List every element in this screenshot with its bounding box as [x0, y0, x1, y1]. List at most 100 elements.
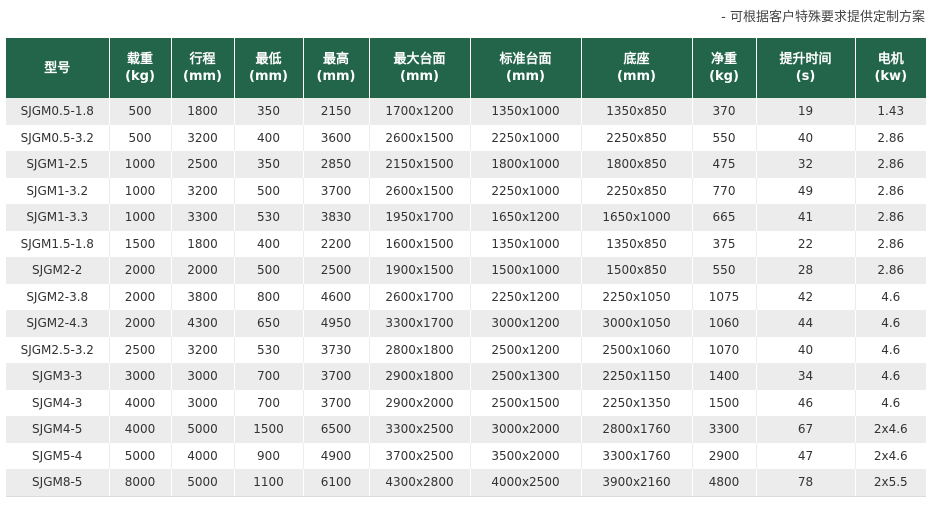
column-header-unit: (s)	[795, 69, 816, 84]
table-cell: 4950	[303, 310, 370, 337]
column-header: 型号	[6, 38, 110, 98]
table-row: SJGM3-3 3000 3000 700 3700 2900x1800 2500x1300…	[6, 363, 926, 390]
table-cell: 4900	[303, 442, 370, 469]
table-cell: 1500	[692, 389, 757, 416]
table-cell: 40	[756, 124, 856, 151]
table-cell: 770	[692, 177, 757, 204]
table-cell: 800	[234, 283, 304, 310]
column-header-unit: (kg)	[125, 69, 155, 84]
table-cell: 3000x1050	[581, 310, 693, 337]
table-cell: 3000	[109, 363, 172, 390]
table-cell: 3700	[303, 389, 370, 416]
table-cell: 500	[234, 177, 304, 204]
table-cell: 550	[692, 124, 757, 151]
table-cell: 8000	[109, 469, 172, 497]
table-cell: 650	[234, 310, 304, 337]
column-header: 载重 (kg)	[109, 38, 172, 98]
table-cell: 34	[756, 363, 856, 390]
column-header-unit: (mm)	[249, 69, 288, 84]
table-cell: 5000	[171, 416, 235, 443]
table-cell: 3300x1760	[581, 442, 693, 469]
table-cell: 3200	[171, 124, 235, 151]
table-cell: 1060	[692, 310, 757, 337]
table-cell: 46	[756, 389, 856, 416]
table-cell: 4.6	[855, 389, 926, 416]
table-cell: 2x4.6	[855, 416, 926, 443]
table-cell: 2.86	[855, 124, 926, 151]
table-row: SJGM1-3.2 1000 3200 500 3700 2600x1500 2250x10…	[6, 177, 926, 204]
table-cell: 4.6	[855, 336, 926, 363]
column-header: 标准台面 (mm)	[470, 38, 582, 98]
table-cell: 4000	[109, 389, 172, 416]
column-header: 最高 (mm)	[303, 38, 370, 98]
table-cell: 2250x1000	[470, 124, 582, 151]
model-cell: SJGM4-5	[6, 416, 110, 443]
table-cell: 400	[234, 230, 304, 257]
table-cell: 1000	[109, 151, 172, 178]
table-cell: 3000x2000	[470, 416, 582, 443]
table-cell: 550	[692, 257, 757, 284]
table-cell: 500	[109, 124, 172, 151]
column-header-unit: (kw)	[874, 69, 908, 84]
table-cell: 4.6	[855, 283, 926, 310]
table-cell: 4600	[303, 283, 370, 310]
table-cell: 3300	[692, 416, 757, 443]
column-header-unit: (mm)	[506, 69, 545, 84]
table-row: SJGM4-3 4000 3000 700 3700 2900x2000 2500x1500…	[6, 389, 926, 416]
table-cell: 1800	[171, 98, 235, 125]
model-cell: SJGM1-3.2	[6, 177, 110, 204]
table-cell: 2500	[171, 151, 235, 178]
table-cell: 2150x1500	[369, 151, 471, 178]
table-cell: 3300	[171, 204, 235, 231]
table-row: SJGM2-2 2000 2000 500 2500 1900x1500 1500x1000…	[6, 257, 926, 284]
table-cell: 3700	[303, 177, 370, 204]
table-cell: 1000	[109, 204, 172, 231]
table-cell: 1650x1200	[470, 204, 582, 231]
column-header-unit: (kg)	[709, 69, 739, 84]
table-cell: 4300	[171, 310, 235, 337]
table-cell: 5000	[109, 442, 172, 469]
column-header-label: 标准台面	[499, 52, 552, 67]
table-cell: 2500x1200	[470, 336, 582, 363]
table-cell: 3000x1200	[470, 310, 582, 337]
table-cell: 2.86	[855, 230, 926, 257]
table-row: SJGM0.5-1.8 500 1800 350 2150 1700x1200 1350x1…	[6, 98, 926, 125]
table-cell: 900	[234, 442, 304, 469]
table-cell: 4.6	[855, 310, 926, 337]
spec-table-header: 型号 载重 (kg) 行程 (mm) 最低 (mm) 最高 (mm) 最大台面 (mm) 标准台面 (m…	[6, 38, 926, 98]
table-cell: 3900x2160	[581, 469, 693, 497]
table-cell: 3000	[171, 363, 235, 390]
model-cell: SJGM2.5-3.2	[6, 336, 110, 363]
table-cell: 2x5.5	[855, 469, 926, 497]
column-header: 净重 (kg)	[692, 38, 757, 98]
table-cell: 375	[692, 230, 757, 257]
table-cell: 1350x850	[581, 98, 693, 125]
table-cell: 2900x1800	[369, 363, 471, 390]
column-header-unit: (mm)	[400, 69, 439, 84]
table-cell: 6500	[303, 416, 370, 443]
model-cell: SJGM0.5-3.2	[6, 124, 110, 151]
table-cell: 1650x1000	[581, 204, 693, 231]
table-cell: 2800x1760	[581, 416, 693, 443]
table-cell: 1500	[234, 416, 304, 443]
model-cell: SJGM4-3	[6, 389, 110, 416]
table-cell: 2250x850	[581, 124, 693, 151]
column-header: 底座 (mm)	[581, 38, 693, 98]
model-cell: SJGM2-3.8	[6, 283, 110, 310]
table-row: SJGM8-5 8000 5000 1100 6100 4300x2800 4000x250…	[6, 469, 926, 497]
model-cell: SJGM2-4.3	[6, 310, 110, 337]
column-header-label: 底座	[623, 52, 650, 67]
table-row: SJGM2.5-3.2 2500 3200 530 3730 2800x1800 2500x…	[6, 336, 926, 363]
table-cell: 350	[234, 151, 304, 178]
table-row: SJGM2-4.3 2000 4300 650 4950 3300x1700 3000x12…	[6, 310, 926, 337]
table-cell: 665	[692, 204, 757, 231]
table-cell: 40	[756, 336, 856, 363]
table-cell: 530	[234, 336, 304, 363]
model-cell: SJGM0.5-1.8	[6, 98, 110, 125]
table-cell: 6100	[303, 469, 370, 497]
table-cell: 1075	[692, 283, 757, 310]
table-cell: 2x4.6	[855, 442, 926, 469]
table-cell: 2000	[109, 257, 172, 284]
table-cell: 4000	[109, 416, 172, 443]
table-cell: 1800	[171, 230, 235, 257]
